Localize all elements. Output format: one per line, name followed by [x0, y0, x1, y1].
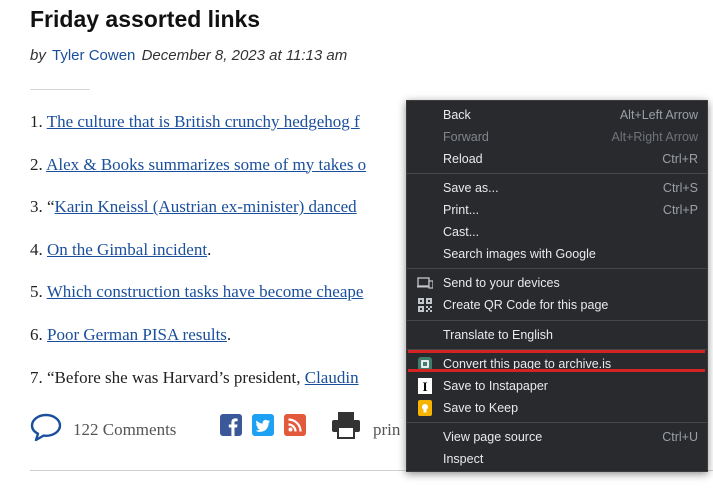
- item-link[interactable]: The culture that is British crunchy hedg…: [47, 112, 360, 131]
- item-number: 7.: [30, 367, 43, 387]
- menu-item-label: Save as...: [443, 181, 499, 195]
- menu-separator: [407, 320, 707, 321]
- item-link[interactable]: Poor German PISA results: [47, 325, 227, 344]
- menu-item-shortcut: Ctrl+P: [662, 203, 698, 217]
- print-link[interactable]: prin: [373, 420, 400, 440]
- comments-link[interactable]: 122 Comments: [73, 420, 176, 440]
- menu-item-cast[interactable]: Cast...: [407, 221, 707, 243]
- menu-item-label: Save to Keep: [443, 401, 519, 415]
- menu-item-save-to-keep[interactable]: Save to Keep: [407, 397, 707, 419]
- menu-item-view-source[interactable]: View page source Ctrl+U: [407, 426, 707, 448]
- item-link[interactable]: Alex & Books summarizes some of my takes…: [46, 155, 366, 174]
- item-number: 5.: [30, 282, 43, 302]
- menu-item-translate[interactable]: Translate to English: [407, 324, 707, 346]
- item-link[interactable]: Claudin: [305, 368, 359, 387]
- menu-item-shortcut: Alt+Right Arrow: [611, 130, 699, 144]
- facebook-icon[interactable]: [220, 414, 242, 436]
- byline: by Tyler Cowen December 8, 2023 at 11:13…: [30, 47, 347, 64]
- twitter-icon[interactable]: [252, 414, 274, 436]
- menu-item-label: Forward: [443, 130, 489, 144]
- byline-prefix: by: [30, 47, 46, 64]
- keep-icon: [417, 400, 433, 416]
- item-link[interactable]: On the Gimbal incident: [47, 240, 207, 259]
- menu-item-label: Search images with Google: [443, 247, 596, 261]
- item-suffix: .: [226, 324, 232, 344]
- menu-separator: [407, 422, 707, 423]
- menu-item-label: Reload: [443, 152, 483, 166]
- menu-item-reload[interactable]: Reload Ctrl+R: [407, 148, 707, 170]
- item-number: 4.: [30, 239, 43, 259]
- menu-item-shortcut: Ctrl+R: [662, 152, 698, 166]
- list-item: 3. “Karin Kneissl (Austrian ex-minister)…: [30, 197, 366, 240]
- author-link[interactable]: Tyler Cowen: [52, 47, 135, 64]
- list-item: 2. Alex & Books summarizes some of my ta…: [30, 155, 366, 198]
- menu-item-label: Translate to English: [443, 328, 554, 342]
- menu-item-label: Save to Instapaper: [443, 379, 548, 393]
- menu-item-shortcut: Ctrl+U: [662, 430, 698, 444]
- item-prefix: “: [47, 197, 55, 217]
- menu-item-back[interactable]: Back Alt+Left Arrow: [407, 104, 707, 126]
- comment-icon[interactable]: [30, 412, 62, 442]
- menu-item-shortcut: Alt+Left Arrow: [619, 108, 698, 122]
- menu-item-label: Back: [443, 108, 471, 122]
- item-number: 6.: [30, 324, 43, 344]
- menu-item-save-to-instapaper[interactable]: I Save to Instapaper: [407, 375, 707, 397]
- menu-item-save-as[interactable]: Save as... Ctrl+S: [407, 177, 707, 199]
- menu-item-label: Send to your devices: [443, 276, 560, 290]
- menu-item-send-to-devices[interactable]: Send to your devices: [407, 272, 707, 294]
- menu-item-search-images[interactable]: Search images with Google: [407, 243, 707, 265]
- menu-item-label: View page source: [443, 430, 543, 444]
- list-item: 1. The culture that is British crunchy h…: [30, 112, 366, 155]
- highlight-box: [408, 350, 705, 372]
- list-item: 7. “Before she was Harvard’s president, …: [30, 368, 366, 411]
- context-menu: Back Alt+Left Arrow Forward Alt+Right Arro…: [406, 100, 708, 472]
- item-prefix: “Before she was Harvard’s president,: [47, 367, 305, 387]
- list-item: 6. Poor German PISA results.: [30, 325, 366, 368]
- menu-item-label: Create QR Code for this page: [443, 298, 609, 312]
- list-item: 5. Which construction tasks have become …: [30, 282, 366, 325]
- divider: [30, 89, 90, 90]
- printer-icon[interactable]: [330, 410, 362, 440]
- item-link[interactable]: Karin Kneissl (Austrian ex-minister) dan…: [55, 197, 357, 216]
- menu-item-label: Cast...: [443, 225, 480, 239]
- devices-icon: [417, 275, 434, 291]
- qr-code-icon: [417, 297, 433, 313]
- menu-item-create-qr-code[interactable]: Create QR Code for this page: [407, 294, 707, 316]
- item-suffix: .: [207, 239, 212, 259]
- item-link[interactable]: Which construction tasks have become che…: [47, 282, 364, 301]
- link-list: 1. The culture that is British crunchy h…: [30, 112, 366, 410]
- menu-item-label: Print...: [443, 203, 480, 217]
- item-number: 2.: [30, 154, 43, 174]
- menu-item-inspect[interactable]: Inspect: [407, 448, 707, 470]
- post-date: December 8, 2023 at 11:13 am: [141, 47, 348, 64]
- list-item: 4. On the Gimbal incident.: [30, 240, 366, 283]
- item-number: 3.: [30, 197, 43, 217]
- menu-separator: [407, 268, 707, 269]
- menu-item-print[interactable]: Print... Ctrl+P: [407, 199, 707, 221]
- rss-icon[interactable]: [284, 414, 306, 436]
- item-number: 1.: [30, 112, 43, 131]
- svg-text:I: I: [422, 379, 427, 394]
- menu-separator: [407, 173, 707, 174]
- page-title: Friday assorted links: [30, 6, 261, 32]
- menu-item-label: Inspect: [443, 452, 484, 466]
- menu-item-forward[interactable]: Forward Alt+Right Arrow: [407, 126, 707, 148]
- instapaper-icon: I: [417, 378, 433, 394]
- menu-item-shortcut: Ctrl+S: [662, 181, 698, 195]
